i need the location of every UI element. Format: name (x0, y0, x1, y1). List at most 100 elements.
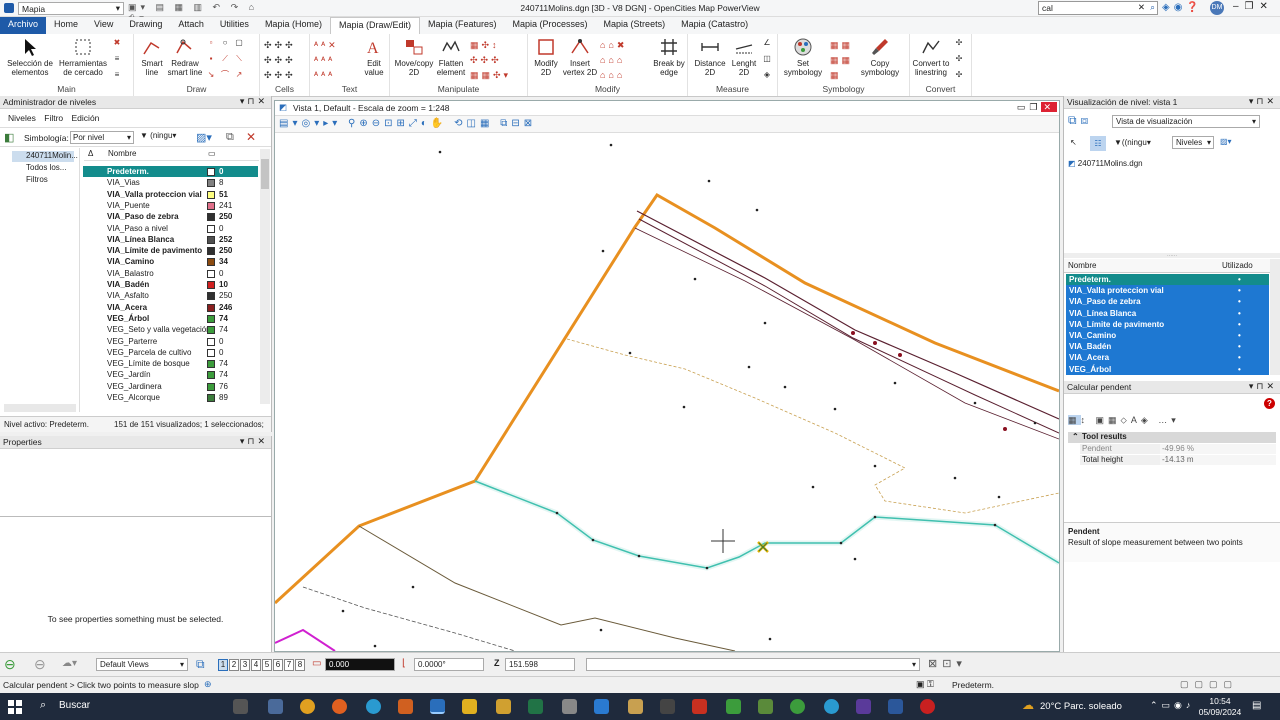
arrow-icon[interactable]: ↘ (206, 70, 216, 79)
tree-item-all[interactable]: Todos los... (12, 163, 66, 172)
shape-square-icon[interactable]: ▫ (206, 38, 216, 47)
copy-icon[interactable]: ⧉ (226, 131, 234, 144)
herramientas-cercado-button[interactable]: Herramientas de cercado (58, 37, 108, 77)
level-row[interactable]: VIA_Límite de pavimento 250 (83, 245, 258, 256)
help-icon[interactable]: ? (1264, 398, 1275, 409)
view-3-button[interactable]: 3 (240, 659, 250, 671)
tab-mapia-draw-edit[interactable]: Mapia (Draw/Edit) (329, 17, 420, 34)
modify-icons[interactable]: ⌂⌂✖ ⌂⌂⌂ ⌂⌂⌂ (600, 38, 650, 83)
layers-icon[interactable]: ◧ (4, 131, 14, 144)
convert-icon[interactable]: ✣ (954, 54, 964, 63)
level-display-row[interactable]: VIA_Valla proteccion vial • (1066, 285, 1269, 297)
search-icon[interactable]: ⌕ (40, 699, 46, 712)
status-icons[interactable]: ▢▢▢▢ (1180, 679, 1238, 690)
filezilla-icon[interactable] (692, 699, 707, 714)
filter-select[interactable]: ▼ (ningu▾ (140, 131, 190, 144)
filter-select[interactable]: ▼((ningu▾ (1114, 138, 1151, 147)
level-row[interactable]: VIA_Paso a nivel 0 (83, 223, 258, 234)
symbology-icons[interactable]: ▦▦ ▦▦ ▦ (830, 38, 858, 83)
clock-time[interactable]: 10:54 (1202, 696, 1238, 706)
delete-icon[interactable]: ✕ (246, 130, 256, 144)
flatten-element-button[interactable]: Flatten element (436, 37, 466, 77)
x-field[interactable]: 0.000 (325, 658, 395, 671)
tab-drawing[interactable]: Drawing (121, 17, 170, 34)
insert-vertex-button[interactable]: Insert vertex 2D (562, 37, 598, 77)
list-icon[interactable]: ≡ (112, 70, 122, 79)
splitter[interactable]: ······ (1064, 253, 1280, 259)
edit-value-button[interactable]: A Edit value (360, 37, 388, 77)
app-icon-red[interactable] (920, 699, 935, 714)
level-color-swatch[interactable] (207, 382, 215, 391)
level-color-swatch[interactable] (207, 235, 215, 244)
display-mode-icons[interactable]: ⧉⧈ (1068, 113, 1092, 128)
level-row[interactable]: VEG_Alcorque 89 (83, 392, 258, 403)
symbology-select[interactable]: Por nivel ▾ (70, 131, 134, 144)
level-display-row[interactable]: VIA_Límite de pavimento • (1066, 318, 1269, 330)
cells-icons[interactable]: ✣✣✣ ✣✣✣ ✣✣✣ (264, 38, 308, 83)
arc-icon[interactable]: ⌒ (220, 70, 230, 79)
point-icon[interactable]: ▪ (206, 54, 216, 63)
word-icon[interactable] (888, 699, 903, 714)
level-display-scrollbar[interactable] (1270, 259, 1280, 375)
map-canvas[interactable] (275, 133, 1059, 651)
settings-icons[interactable]: ⊠⊡▾ (928, 657, 967, 670)
chrome-icon[interactable] (300, 699, 315, 714)
text-icons[interactable]: ᴬᴬ✕ ᴬᴬᴬ ᴬᴬᴬ (314, 38, 358, 83)
menu-niveles[interactable]: Niveles (8, 113, 36, 123)
level-display-row[interactable]: VIA_Badén • (1066, 341, 1269, 353)
level-row[interactable]: VIA_Vias 8 (83, 177, 258, 188)
calc-toolbar[interactable]: ▦↕ ▣▦⬦A◈ …▾ (1068, 415, 1278, 430)
panel-controls[interactable]: ▾⊓✕ (1249, 96, 1277, 107)
view-groups-icon[interactable]: ⧉ (196, 657, 205, 672)
level-color-swatch[interactable] (207, 247, 215, 256)
level-color-swatch[interactable] (207, 168, 215, 176)
command-field[interactable]: ▾ (586, 658, 920, 671)
level-row[interactable]: VIA_Balastro 0 (83, 268, 258, 279)
explorer-icon[interactable] (628, 699, 643, 714)
level-color-swatch[interactable] (207, 337, 215, 346)
app-icon-map[interactable] (758, 699, 773, 714)
lock-icon[interactable]: ▣ ⚿ (916, 679, 934, 690)
level-color-swatch[interactable] (207, 281, 215, 289)
level-color-swatch[interactable] (207, 224, 215, 233)
tab-mapia-processes[interactable]: Mapia (Processes) (505, 17, 596, 34)
level-display-row[interactable]: VIA_Paso de zebra • (1066, 296, 1269, 308)
app-icon-yellow[interactable] (462, 699, 477, 714)
column-header-name[interactable]: Nombre (1068, 261, 1096, 270)
copy-symbology-button[interactable]: Copy symbology (858, 37, 902, 77)
app-icon-purple[interactable] (856, 699, 871, 714)
manipulate-icons[interactable]: ▦✣↕ ✣✣✣ ▦▦✣▾ (470, 38, 526, 83)
level-row[interactable]: VEG_Límite de bosque 74 (83, 358, 258, 369)
redraw-smart-line-button[interactable]: Redraw smart line (166, 37, 204, 77)
taskbar-search[interactable]: Buscar (59, 700, 90, 711)
column-header-name[interactable]: Nombre (108, 149, 136, 158)
z-field[interactable]: 151.598 (505, 658, 575, 671)
level-color-swatch[interactable] (207, 326, 215, 335)
level-color-swatch[interactable] (207, 303, 215, 312)
notification-icon[interactable]: ▤ (1252, 700, 1261, 711)
app-icon-orange[interactable] (398, 699, 413, 714)
pointer-icon[interactable]: ↖ (1070, 138, 1077, 147)
cloud-icon[interactable]: ☁▾ (62, 658, 77, 669)
panel-controls[interactable]: ▾⊓✕ (240, 96, 268, 107)
level-row[interactable]: VEG_Jardinera 76 (83, 381, 258, 392)
smart-line-button[interactable]: Smart line (138, 37, 166, 77)
tab-view[interactable]: View (86, 17, 121, 34)
menu-edicion[interactable]: Edición (72, 113, 100, 123)
firefox-icon[interactable] (332, 699, 347, 714)
windows-start-icon[interactable] (8, 700, 22, 714)
avatar[interactable]: DM (1210, 1, 1224, 15)
help-icons[interactable]: ◈◉❓ (1162, 2, 1203, 13)
modify-2d-button[interactable]: Modify 2D (530, 37, 562, 77)
tab-mapia-features[interactable]: Mapia (Features) (420, 17, 505, 34)
level-row[interactable]: VEG_Seto y valla vegetación 74 (83, 324, 258, 335)
app-icon-network[interactable] (268, 699, 283, 714)
tool-results-section[interactable]: ⌃ Tool results (1068, 432, 1276, 443)
level-row[interactable]: VIA_Puente 241 (83, 200, 258, 211)
level-color-swatch[interactable] (207, 394, 215, 402)
tab-mapia-catastro[interactable]: Mapia (Catastro) (673, 17, 756, 34)
view-6-button[interactable]: 6 (273, 659, 283, 671)
key-icon[interactable]: ⊕ (204, 679, 212, 690)
level-row[interactable]: VEG_Parterre 0 (83, 336, 258, 347)
level-color-swatch[interactable] (207, 201, 215, 210)
